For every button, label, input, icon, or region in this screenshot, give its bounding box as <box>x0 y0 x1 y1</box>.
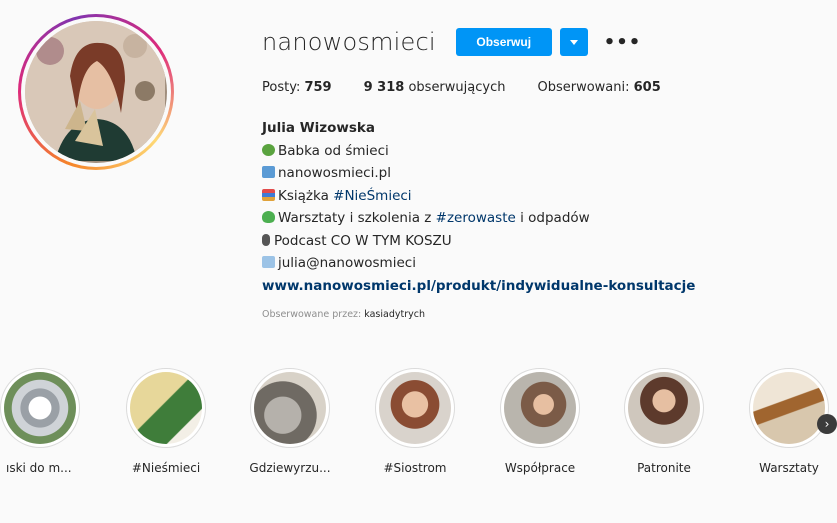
highlight-cover <box>504 372 576 444</box>
highlight-cover <box>254 372 326 444</box>
username: nanowosmieci <box>262 28 436 56</box>
highlight-label: Patronite <box>637 461 691 475</box>
highlight-item[interactable]: ıski do m... <box>0 368 82 475</box>
profile-bio: Julia Wizowska Babka od śmieci nanowosmi… <box>262 117 695 297</box>
bio-line: julia@nanowosmieci <box>262 252 695 275</box>
recycle-icon <box>262 143 275 156</box>
follow-button[interactable]: Obserwuj <box>455 28 552 56</box>
highlight-item[interactable]: Współprace <box>498 368 582 475</box>
posts-count: Posty: 759 <box>262 80 332 95</box>
avatar-photo <box>25 21 167 163</box>
following-count[interactable]: Obserwowani: 605 <box>537 80 660 95</box>
highlight-cover <box>4 372 76 444</box>
highlight-cover <box>130 372 202 444</box>
microphone-icon <box>262 233 270 246</box>
bio-line: Babka od śmieci <box>262 140 695 163</box>
envelope-icon <box>262 256 275 268</box>
books-icon <box>262 188 275 201</box>
green-heart-icon <box>262 211 275 223</box>
profile-header: nanowosmieci Obserwuj ••• <box>262 26 641 58</box>
followers-count[interactable]: 9 318 obserwujących <box>364 80 506 95</box>
highlight-label: #Nieśmieci <box>131 461 201 475</box>
bio-line: Podcast CO W TYM KOSZU <box>262 230 695 253</box>
highlight-item[interactable]: #Nieśmieci <box>124 368 208 475</box>
highlight-label: #Siostrom <box>383 461 447 475</box>
highlight-cover <box>379 372 451 444</box>
bio-line: nanowosmieci.pl <box>262 162 695 185</box>
computer-icon <box>262 166 275 178</box>
bio-line: Książka #NieŚmieci <box>262 185 695 208</box>
story-highlights: ıski do m... #Nieśmieci Gdziewyrzu... #S… <box>0 368 837 478</box>
highlight-cover <box>628 372 700 444</box>
more-options-button[interactable]: ••• <box>604 32 642 53</box>
highlight-cover <box>753 372 825 444</box>
highlight-item[interactable]: #Siostrom <box>373 368 457 475</box>
hashtag-link[interactable]: #zerowaste <box>436 210 516 226</box>
followed-by-user[interactable]: kasiadytrych <box>364 309 425 320</box>
highlight-label: ıski do m... <box>6 461 72 475</box>
full-name: Julia Wizowska <box>262 120 375 136</box>
suggestions-dropdown-button[interactable] <box>559 28 588 56</box>
bio-line: Warsztaty i szkolenia z #zerowaste i odp… <box>262 207 695 230</box>
profile-stats: Posty: 759 9 318 obserwujących Obserwowa… <box>262 80 693 95</box>
highlights-next-arrow-icon[interactable]: › <box>817 414 837 434</box>
highlight-label: Warsztaty <box>759 461 819 475</box>
hashtag-link[interactable]: #NieŚmieci <box>333 188 411 204</box>
highlight-label: Gdziewyrzu... <box>249 461 331 475</box>
profile-avatar[interactable] <box>18 14 174 170</box>
external-link[interactable]: www.nanowosmieci.pl/produkt/indywidualne… <box>262 278 695 294</box>
highlight-label: Współprace <box>504 461 576 475</box>
highlight-item[interactable]: Patronite <box>622 368 706 475</box>
followed-by[interactable]: Obserwowane przez: kasiadytrych <box>262 309 425 320</box>
highlight-item[interactable]: Gdziewyrzu... <box>248 368 332 475</box>
